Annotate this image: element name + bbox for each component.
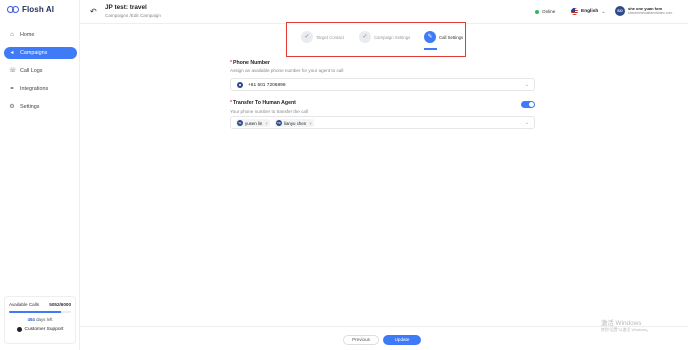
- step-label: Target Contact: [316, 34, 344, 40]
- call-settings-form: *Phone Number Assign an available phone …: [230, 60, 535, 129]
- phone-number-icon: [237, 82, 243, 88]
- step-label: Call Settings: [439, 34, 464, 40]
- watermark-subtitle: 转到"设置"以激活 Windows。: [601, 328, 651, 332]
- agent-chip: TC lianyu chen ×: [275, 119, 314, 127]
- available-calls-progress-fill: [9, 311, 62, 313]
- phone-number-value: +61 501 7206898: [248, 82, 286, 88]
- back-arrow-icon[interactable]: ↶: [90, 8, 97, 16]
- home-icon: ⌂: [10, 32, 14, 38]
- campaign-stepper: ✓ Target Contact ✓ Campaign Settings ✎ C…: [286, 22, 466, 57]
- watermark-title: 激活 Windows: [601, 320, 642, 327]
- agent-name: yusen lin: [245, 120, 263, 126]
- close-icon[interactable]: ×: [309, 121, 312, 126]
- status-indicator[interactable]: Online: [535, 9, 555, 14]
- page-title: JP test: travel: [105, 4, 147, 11]
- language-selector[interactable]: English ⌄: [571, 8, 606, 15]
- sidebar-item-call-logs[interactable]: ☏ Call Logs: [4, 65, 77, 77]
- chevron-down-icon: ⌄: [601, 8, 606, 15]
- available-calls-card: Available Calls 5052/6000 454 days left …: [4, 296, 76, 344]
- available-calls-row: Available Calls 5052/6000: [5, 297, 75, 307]
- sidebar-item-home[interactable]: ⌂ Home: [4, 29, 77, 41]
- user-email: sheoneeahoaifahnfaninc.com: [628, 11, 673, 15]
- close-icon[interactable]: ×: [265, 121, 268, 126]
- available-calls-progress: [9, 311, 71, 313]
- previous-button[interactable]: Previous: [343, 335, 379, 345]
- avatar: TC: [276, 120, 282, 126]
- agent-chip: YL yusen lin ×: [236, 119, 270, 127]
- sidebar-nav: ⌂ Home ◂ Campaigns ☏ Call Logs ⚭ Integra…: [4, 29, 77, 119]
- agent-name: lianyu chen: [284, 120, 307, 126]
- gear-icon: ⚙: [9, 104, 15, 110]
- breadcrumb: Campaigns /Edit Campaign: [105, 13, 161, 18]
- transfer-toggle[interactable]: [521, 101, 535, 108]
- language-label: English: [581, 9, 599, 14]
- edit-icon: ✎: [424, 31, 436, 43]
- sidebar-item-label: Integrations: [20, 86, 49, 92]
- phone-number-select[interactable]: +61 501 7206898 ⌄: [230, 78, 535, 91]
- available-calls-value: 5052/6000: [49, 302, 71, 307]
- megaphone-icon: ◂: [10, 50, 14, 56]
- sidebar: Flosh AI ⌂ Home ◂ Campaigns ☏ Call Logs …: [0, 0, 80, 350]
- days-left-value: 454: [27, 317, 35, 322]
- days-left-label: days left: [36, 317, 53, 322]
- windows-activation-watermark: 激活 Windows 转到"设置"以激活 Windows。: [601, 318, 651, 333]
- chevron-down-icon: ⌄: [524, 120, 529, 126]
- call-log-icon: ☏: [9, 68, 17, 74]
- logo-text: Flosh AI: [22, 5, 55, 14]
- sidebar-item-label: Call Logs: [20, 68, 43, 74]
- step-label: Campaign Settings: [374, 34, 411, 40]
- integrations-icon: ⚭: [9, 86, 15, 92]
- transfer-label: *Transfer To Human Agent: [230, 100, 296, 106]
- sidebar-item-settings[interactable]: ⚙ Settings: [4, 101, 77, 113]
- step-call-settings[interactable]: ✎ Call Settings: [424, 31, 463, 43]
- check-icon: ✓: [359, 31, 371, 43]
- available-calls-label: Available Calls: [9, 302, 40, 307]
- step-campaign-settings[interactable]: ✓ Campaign Settings: [359, 31, 410, 43]
- active-step-underline: [424, 48, 437, 50]
- sidebar-item-label: Campaigns: [20, 50, 48, 56]
- chevron-down-icon: ⌄: [524, 82, 529, 88]
- sidebar-item-label: Home: [20, 32, 35, 38]
- logo[interactable]: Flosh AI: [7, 5, 54, 14]
- customer-support-link[interactable]: Customer Support: [5, 327, 75, 332]
- phone-number-label: *Phone Number: [230, 60, 270, 66]
- avatar[interactable]: SO: [615, 6, 625, 16]
- step-target-contact[interactable]: ✓ Target Contact: [301, 31, 344, 43]
- us-flag-icon: [571, 8, 578, 15]
- logo-icon: [7, 5, 19, 14]
- check-icon: ✓: [301, 31, 313, 43]
- sidebar-item-campaigns[interactable]: ◂ Campaigns: [4, 47, 77, 59]
- transfer-agents-select[interactable]: YL yusen lin × TC lianyu chen × ⌄: [230, 116, 535, 129]
- app-root: Flosh AI ⌂ Home ◂ Campaigns ☏ Call Logs …: [0, 0, 688, 350]
- transfer-hint: Your phone number to transfer the call: [230, 109, 308, 114]
- support-icon: [16, 327, 22, 332]
- update-button[interactable]: Update: [383, 335, 421, 345]
- sidebar-item-label: Settings: [20, 104, 40, 110]
- days-left: 454 days left: [5, 317, 75, 322]
- header: ↶ JP test: travel Campaigns /Edit Campai…: [80, 0, 688, 24]
- status-label: Online: [542, 9, 556, 14]
- sidebar-item-integrations[interactable]: ⚭ Integrations: [4, 83, 77, 95]
- avatar: YL: [237, 120, 243, 126]
- customer-support-label: Customer Support: [24, 327, 64, 332]
- phone-number-hint: Assign an available phone number for you…: [230, 68, 344, 73]
- online-dot-icon: [535, 9, 539, 14]
- footer-bar: Previous Update: [80, 326, 688, 350]
